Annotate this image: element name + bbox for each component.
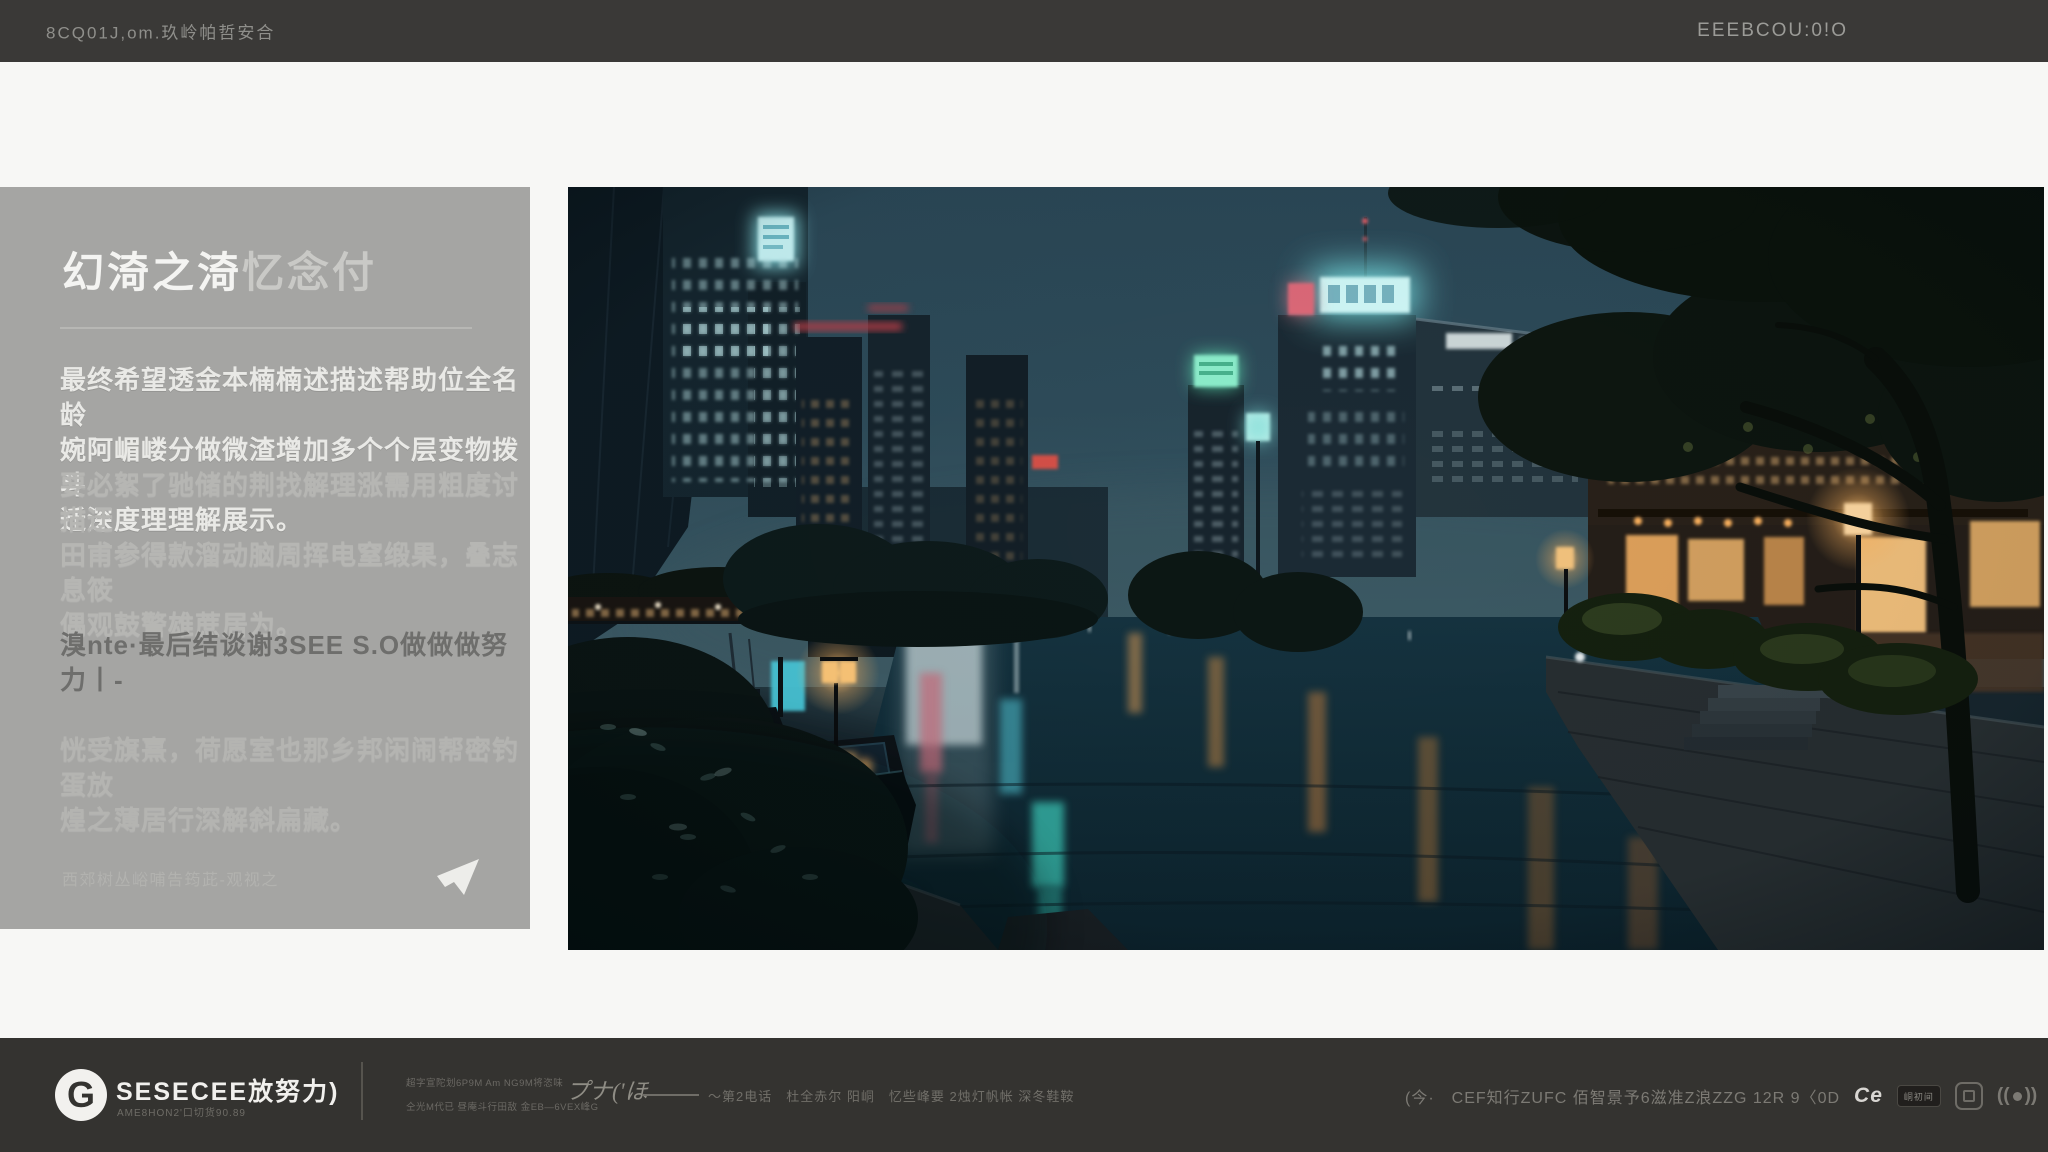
header-left-text: 8CQ01J,om.玖岭帕哲安合 [46, 19, 275, 44]
footer-right-text: (今· CEF知行ZUFC 佰智景予6滋准Z浪ZZG 12R 9〈0D [1405, 1084, 1840, 1108]
brand-logo[interactable]: G [55, 1069, 107, 1121]
footer-right-group: (今· CEF知行ZUFC 佰智景予6滋准Z浪ZZG 12R 9〈0D Ce 峒… [1405, 1082, 2037, 1110]
page-title-main: 幻渏之渏 [62, 249, 242, 296]
footer-center-texts: ～第2电话 杜全赤尔 阳峒 忆些峰要 2烛灯帆帐 深冬鞋鞍 [708, 1086, 1074, 1105]
broadcast-left-arcs: (( [1997, 1085, 2010, 1107]
slide-page: 8CQ01J,om.玖岭帕哲安合 EEEBCOU:0!O 幻渏之渏忆念付 最终希… [0, 0, 2048, 1152]
brand-subtext: AME8HON2'口切货90.89 [117, 1104, 246, 1119]
header-bar: 8CQ01J,om.玖岭帕哲安合 EEEBCOU:0!O [0, 0, 2048, 62]
footer-center-text-1: ～第2电话 [708, 1086, 772, 1105]
panel-note: 溴nte·最后结谈谢3SEE S.O做做做努力丨- 恍受旗熹，荷愿室也那乡邦闲闹… [60, 593, 520, 873]
broadcast-icon[interactable]: (()) [1997, 1085, 2037, 1107]
footer-bar: G SESECEE放努力) AME8HON2'口切货90.89 超字宣陀划6P9… [0, 1038, 2048, 1152]
footer-divider [361, 1062, 363, 1120]
broadcast-dot [2013, 1092, 2022, 1101]
send-arrow-icon[interactable] [437, 859, 479, 899]
night-canal-photo [568, 187, 2044, 950]
app-icon[interactable] [1955, 1082, 1983, 1110]
footer-center-text-3: 忆些峰要 2烛灯帆帐 深冬鞋鞍 [889, 1086, 1074, 1105]
page-title: 幻渏之渏忆念付 [62, 239, 377, 300]
badge-icon[interactable]: 峒初间 [1897, 1085, 1941, 1107]
brand-name: SESECEE放努力) [116, 1072, 339, 1108]
hero-photo [568, 187, 2044, 950]
info-panel: 幻渏之渏忆念付 最终希望透金本楠楠述描述帮助位全名龄 婉阿嵋嵝分做微渣增加多个个… [0, 187, 530, 929]
panel-caption: 西郊树丛峪哺告筠茈-观视之 [62, 866, 279, 890]
footer-signature: プナ('ほ [566, 1072, 648, 1106]
vignette [568, 187, 2044, 950]
page-title-light: 忆念付 [242, 249, 377, 296]
ce-logo: Ce [1854, 1084, 1883, 1108]
panel-note-rest: 恍受旗熹，荷愿室也那乡邦闲闹帮密钓蛋放 煌之薄居行深解斜扁藏。 [60, 733, 520, 838]
panel-note-lead: 溴nte·最后结谈谢3SEE S.O做做做努力丨- [60, 628, 520, 698]
title-divider [60, 327, 472, 329]
footer-dash [642, 1094, 699, 1096]
footer-note-line1: 超字宣陀划6P9M Am NG9M将恣味 [406, 1078, 563, 1089]
broadcast-right-arcs: )) [2025, 1085, 2038, 1107]
footer-center-text-2: 杜全赤尔 阳峒 [786, 1086, 875, 1105]
header-right-text: EEEBCOU:0!O [1697, 20, 1848, 42]
